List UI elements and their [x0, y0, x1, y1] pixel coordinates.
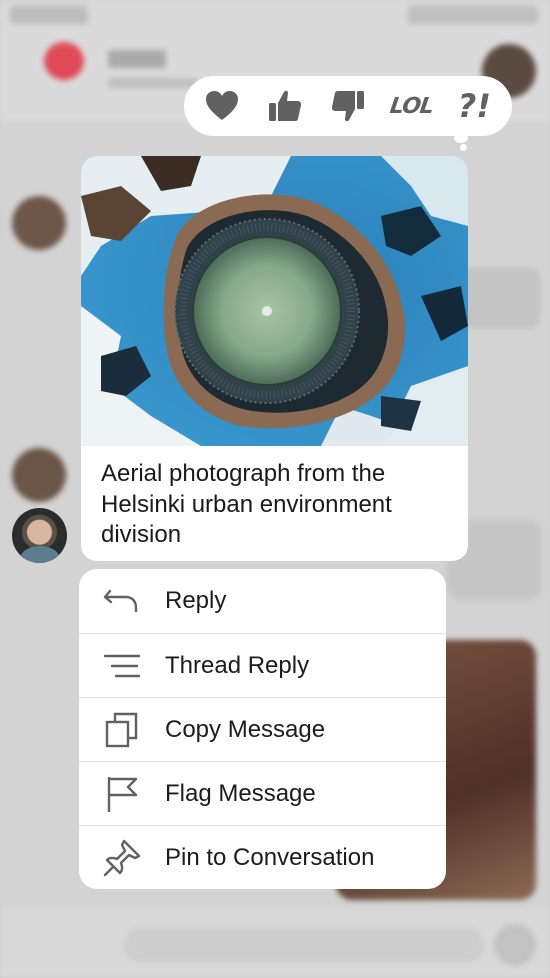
menu-item-label: Copy Message [165, 716, 326, 743]
heart-icon [205, 91, 238, 120]
menu-item-reply[interactable]: Reply [79, 569, 446, 633]
menu-item-label: Flag Message [165, 780, 316, 807]
reaction-love[interactable] [199, 83, 245, 129]
lol-icon: LOL [387, 93, 435, 119]
channel-subtitle [108, 78, 198, 88]
aerial-photo-image[interactable] [81, 156, 468, 446]
reply-arrow-icon [102, 581, 142, 621]
reaction-lol[interactable]: LOL [388, 83, 434, 129]
status-icons [408, 6, 538, 24]
send-button [494, 924, 536, 966]
reaction-like[interactable] [262, 83, 308, 129]
thumbs-up-icon [268, 90, 301, 121]
menu-item-thread-reply[interactable]: Thread Reply [79, 633, 446, 698]
thread-lines-icon [102, 646, 142, 686]
thumbs-down-icon [331, 91, 364, 122]
flag-icon [102, 774, 142, 814]
message-text: Aerial photograph from the Helsinki urba… [101, 460, 392, 548]
reaction-picker-tail [460, 144, 467, 151]
interrobang-icon: ?! [457, 87, 491, 125]
pin-icon [102, 838, 142, 878]
copy-icon [102, 710, 142, 750]
menu-item-label: Thread Reply [165, 652, 310, 679]
menu-item-label: Reply [165, 587, 227, 614]
menu-item-flag-message[interactable]: Flag Message [79, 761, 446, 826]
channel-title [108, 50, 166, 68]
sender-avatar [12, 448, 66, 502]
message-bubble [460, 268, 540, 328]
back-button-badge [44, 42, 84, 80]
reaction-picker-tail [454, 133, 468, 143]
reaction-dislike[interactable] [325, 83, 371, 129]
menu-item-pin-to-conversation[interactable]: Pin to Conversation [79, 825, 446, 889]
avatar-shirt [20, 546, 60, 563]
sender-avatar[interactable] [12, 508, 67, 563]
message-actions-menu: Reply Thread Reply Copy Message Flag Mes… [79, 569, 446, 889]
menu-item-label: Pin to Conversation [165, 844, 375, 871]
menu-item-copy-message[interactable]: Copy Message [79, 697, 446, 762]
sender-avatar [12, 196, 66, 250]
selected-message[interactable]: Aerial photograph from the Helsinki urba… [81, 156, 468, 561]
reaction-picker: LOL ?! [184, 76, 512, 136]
status-time [10, 6, 88, 24]
reaction-wat[interactable]: ?! [451, 83, 497, 129]
message-input-field [124, 928, 484, 962]
status-bar [0, 0, 550, 32]
